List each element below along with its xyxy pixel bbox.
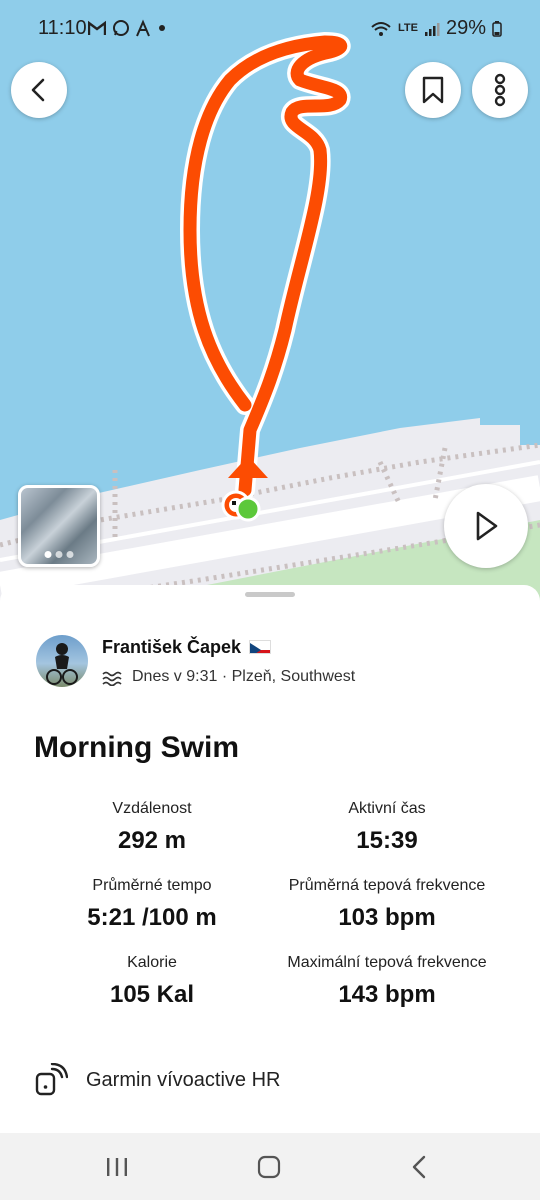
photo-pagination <box>44 551 74 558</box>
notification-icons <box>88 19 168 37</box>
stat-label: Aktivní čas <box>348 800 426 817</box>
chevron-left-icon <box>31 78 45 102</box>
stat-value: 143 bpm <box>338 981 436 1008</box>
stat-label: Maximální tepová frekvence <box>287 954 487 971</box>
play-icon <box>476 511 498 541</box>
battery-icon <box>492 20 502 37</box>
stat-value: 105 Kal <box>109 981 195 1008</box>
activity-sheet: František Čapek Dnes v 9:31 · Plzeň, Sou… <box>0 585 540 1133</box>
back-button[interactable] <box>11 62 67 118</box>
status-time: 11:10 <box>38 17 87 39</box>
device-row[interactable]: Garmin vívoactive HR <box>34 1063 281 1097</box>
back-nav-icon[interactable] <box>408 1154 430 1180</box>
stat-max-heart-rate: Maximální tepová frekvence 143 bpm <box>252 954 522 1009</box>
activity-meta: Dnes v 9:31 · Plzeň, Southwest <box>132 667 356 685</box>
athlete-header[interactable]: František Čapek Dnes v 9:31 · Plzeň, Sou… <box>36 635 355 687</box>
athlete-name[interactable]: František Čapek <box>102 637 241 658</box>
bookmark-button[interactable] <box>405 62 461 118</box>
wifi-icon <box>371 21 391 36</box>
signal-icon <box>424 22 440 36</box>
stat-label: Průměrné tempo <box>92 877 212 894</box>
stat-distance: Vzdálenost 292 m <box>17 800 287 855</box>
czech-flag-icon <box>249 640 272 654</box>
network-type: LTE <box>398 22 418 34</box>
status-right: LTE 29% <box>370 17 502 40</box>
stat-value: 15:39 <box>356 827 418 854</box>
avatar[interactable] <box>36 635 88 687</box>
activity-photos[interactable] <box>18 485 100 567</box>
more-notifications-icon <box>159 25 165 31</box>
system-nav-bar <box>0 1133 540 1200</box>
stat-value: 292 m <box>117 827 187 854</box>
strava-icon <box>136 19 150 37</box>
stat-label: Vzdálenost <box>112 800 192 817</box>
device-name: Garmin vívoactive HR <box>86 1068 281 1091</box>
watch-sync-icon <box>35 1063 68 1096</box>
route-line <box>180 32 351 500</box>
play-flyover-button[interactable] <box>444 484 528 568</box>
whatsapp-icon <box>113 20 129 36</box>
activity-title: Morning Swim <box>34 731 239 764</box>
stat-label: Kalorie <box>127 954 177 971</box>
stat-value: 5:21 /100 m <box>87 904 217 931</box>
stat-calories: Kalorie 105 Kal <box>17 954 287 1009</box>
avatar-image <box>46 643 78 685</box>
more-vertical-icon <box>494 73 506 107</box>
recent-apps-icon[interactable] <box>103 1156 131 1178</box>
battery-percent: 29% <box>445 17 486 39</box>
stat-avg-pace: Průměrné tempo 5:21 /100 m <box>17 877 287 932</box>
stat-active-time: Aktivní čas 15:39 <box>252 800 522 855</box>
bookmark-icon <box>422 76 444 104</box>
stat-label: Průměrná tepová frekvence <box>288 877 486 894</box>
status-bar: 11:10 LTE 29% <box>0 0 540 58</box>
stat-value: 103 bpm <box>338 904 436 931</box>
more-options-button[interactable] <box>472 62 528 118</box>
sheet-drag-handle[interactable] <box>245 592 295 597</box>
gmail-icon <box>88 20 106 35</box>
swim-icon <box>102 671 122 686</box>
start-marker <box>235 496 261 522</box>
home-icon[interactable] <box>256 1155 282 1179</box>
stat-avg-heart-rate: Průměrná tepová frekvence 103 bpm <box>252 877 522 932</box>
